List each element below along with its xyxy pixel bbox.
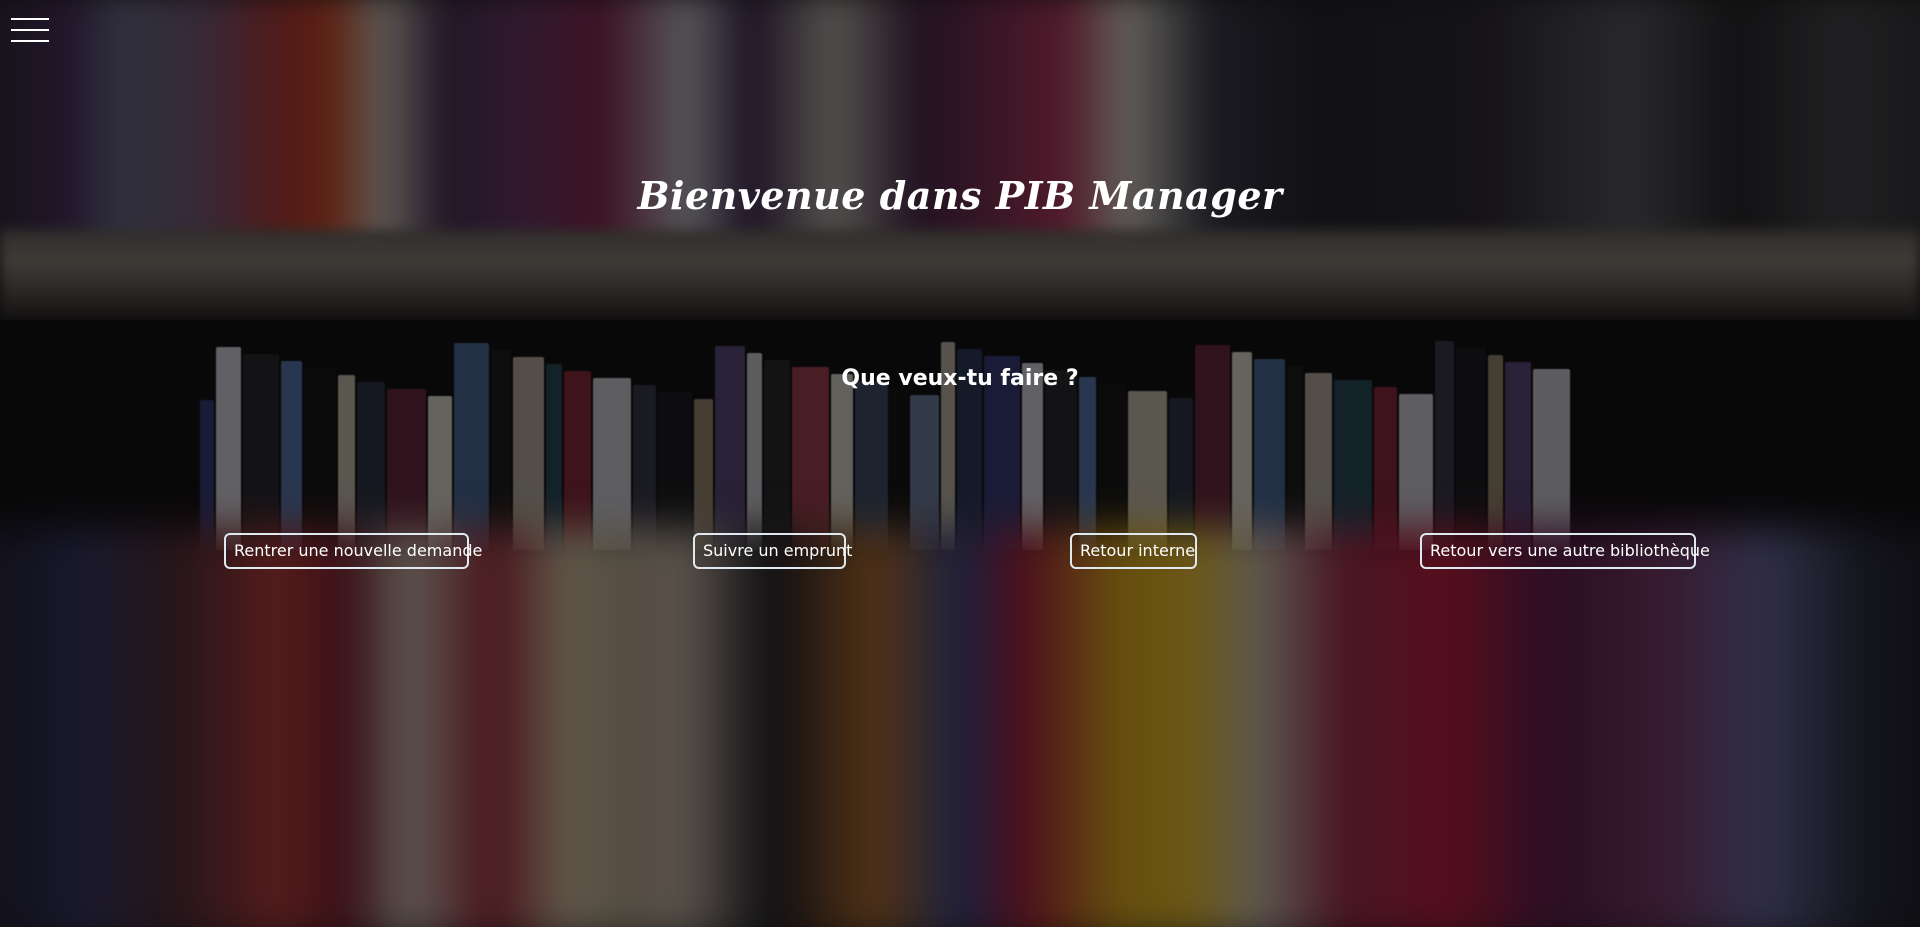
background-dark-overlay <box>0 0 1920 927</box>
page-title: Bienvenue dans PIB Manager <box>637 173 1283 218</box>
internal-return-button[interactable]: Retour interne <box>1070 533 1197 569</box>
menu-bar-middle <box>11 29 49 31</box>
track-loan-button[interactable]: Suivre un emprunt <box>693 533 852 569</box>
action-question: Que veux-tu faire ? <box>841 366 1079 391</box>
external-library-return-button[interactable]: Retour vers une autre bibliothèque <box>1420 533 1710 569</box>
new-request-button[interactable]: Rentrer une nouvelle demande <box>224 533 482 569</box>
menu-bar-bottom <box>11 40 49 42</box>
home-page: Bienvenue dans PIB Manager Que veux-tu f… <box>0 0 1920 927</box>
hamburger-menu-icon[interactable] <box>11 18 49 42</box>
bookshelf-background-image <box>0 0 1920 927</box>
menu-bar-top <box>11 18 49 20</box>
